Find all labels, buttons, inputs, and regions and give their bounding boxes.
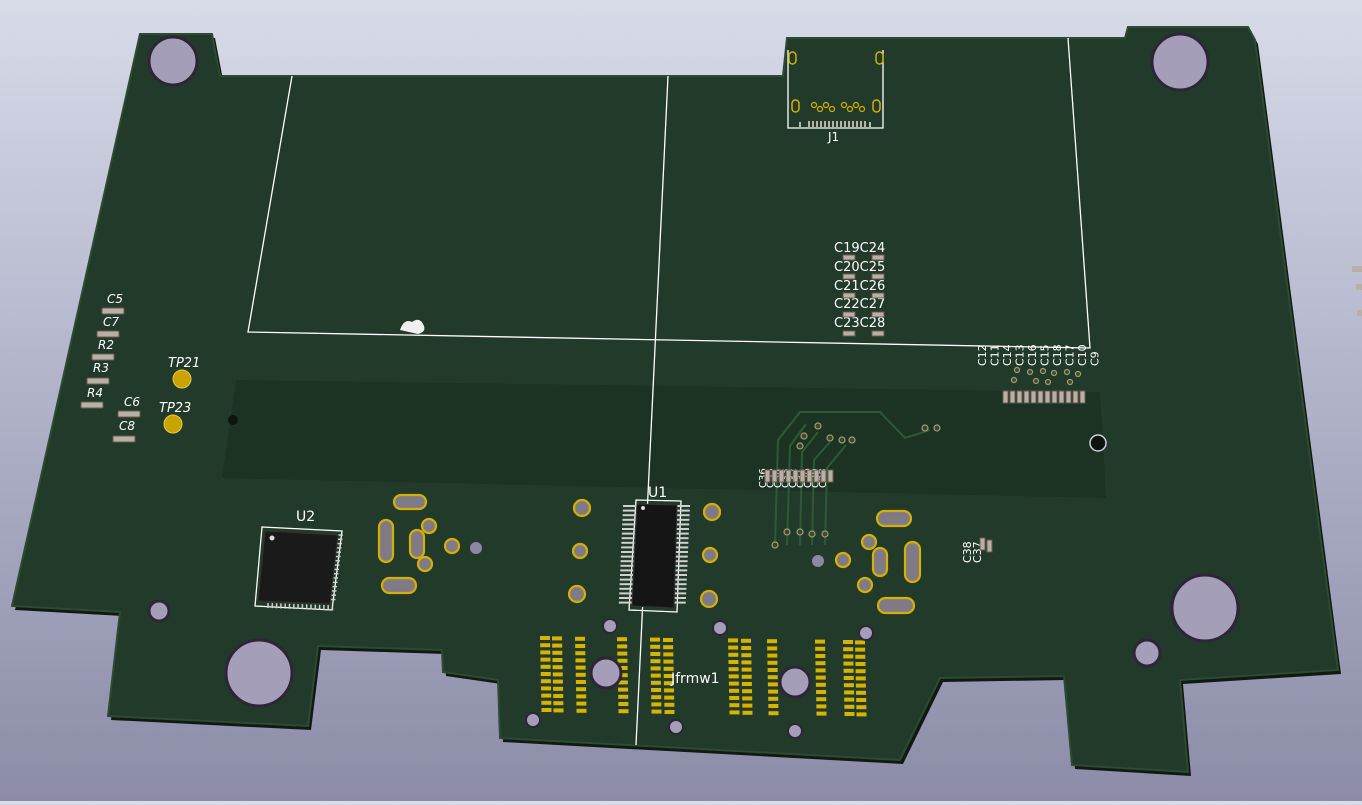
- label-c22c27: C22C27: [834, 297, 885, 312]
- small-hole-left: [147, 599, 171, 623]
- label-c15: C15: [1039, 344, 1052, 366]
- edge-connector-zone: [222, 380, 1106, 498]
- label-c16: C16: [1026, 344, 1039, 366]
- label-c8: C8: [119, 419, 135, 433]
- offscreen-fragment: [1352, 266, 1362, 316]
- label-c5: C5: [107, 292, 123, 306]
- label-j1: J1: [827, 130, 839, 144]
- label-u2: U2: [296, 509, 315, 525]
- small-via-left: [228, 415, 238, 425]
- testpoint-tp21: [172, 369, 192, 389]
- label-r2: R2: [98, 338, 114, 352]
- label-c14: C14: [1001, 344, 1014, 366]
- label-c20c25: C20C25: [834, 260, 885, 275]
- mounting-hole-bottom-right: [1170, 573, 1240, 643]
- label-c13: C13: [1014, 344, 1027, 366]
- label-c23c28: C23C28: [834, 316, 885, 331]
- label-r4: R4: [87, 386, 103, 400]
- label-c19c24: C19C24: [834, 241, 885, 256]
- label-c10: C10: [1076, 344, 1089, 366]
- label-c6: C6: [124, 395, 140, 409]
- label-tp23: TP23: [159, 401, 191, 416]
- mounting-hole-bottom-left: [224, 638, 294, 708]
- label-c18: C18: [1051, 344, 1064, 366]
- label-u1: U1: [648, 485, 667, 501]
- label-c7: C7: [103, 315, 119, 329]
- label-r3: R3: [93, 361, 109, 375]
- label-c21c26: C21C26: [834, 279, 885, 294]
- label-c9: C9: [1089, 351, 1102, 366]
- cap-grid-c19-c28: C19C24 C20C25 C21C26 C22C27 C23C28: [834, 241, 885, 337]
- pcb-render: J1 C19C24 C20C25 C21C26 C22C27 C23C28 C1…: [10, 26, 1362, 776]
- small-hole-edge: [1089, 434, 1107, 452]
- mounting-hole-top-right: [1150, 32, 1210, 92]
- testpoint-tp23: [163, 414, 183, 434]
- mounting-hole-top-left: [147, 35, 199, 87]
- pcb-3d-viewport[interactable]: J1 C19C24 C20C25 C21C26 C22C27 C23C28 C1…: [0, 0, 1362, 801]
- label-jfrmw1: Jfrmw1: [670, 671, 720, 687]
- small-hole-right: [1132, 638, 1162, 668]
- label-tp21: TP21: [168, 356, 200, 371]
- label-c12: C12: [976, 344, 989, 366]
- label-c11: C11: [989, 344, 1002, 366]
- cap-row-c28-c36: C36C35C34C33C32C31C30C29C28: [758, 468, 834, 488]
- label-c17: C17: [1064, 344, 1077, 366]
